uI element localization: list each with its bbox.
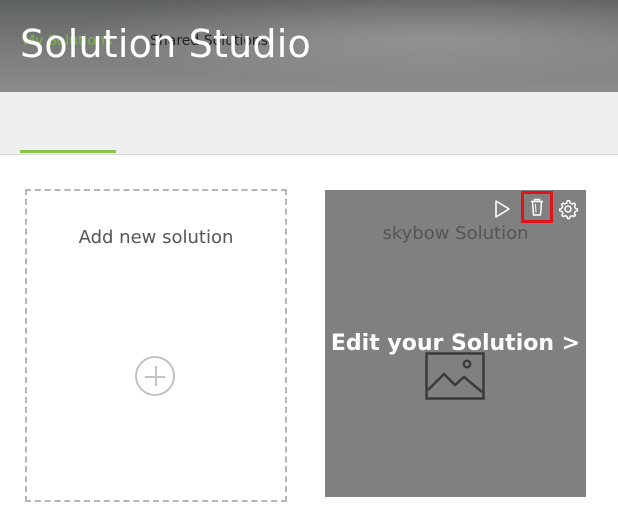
tab-bar bbox=[0, 92, 618, 155]
gear-icon[interactable] bbox=[557, 198, 579, 220]
active-tab-indicator bbox=[20, 150, 116, 153]
add-solution-label: Add new solution bbox=[78, 227, 234, 248]
delete-button[interactable] bbox=[521, 191, 553, 223]
image-placeholder-icon bbox=[425, 352, 485, 400]
page-title: Solution Studio bbox=[20, 22, 311, 66]
add-solution-card[interactable]: Add new solution bbox=[25, 189, 287, 502]
plus-circle-icon[interactable] bbox=[135, 356, 175, 396]
header-banner: Solution Studio bbox=[0, 0, 618, 92]
solution-title: skybow Solution bbox=[382, 223, 529, 244]
edit-solution-link[interactable]: Edit your Solution > bbox=[325, 331, 586, 356]
solution-card[interactable]: skybow Solution Edit your Solution > bbox=[325, 190, 586, 497]
play-icon[interactable] bbox=[491, 198, 513, 220]
trash-icon bbox=[524, 194, 550, 220]
